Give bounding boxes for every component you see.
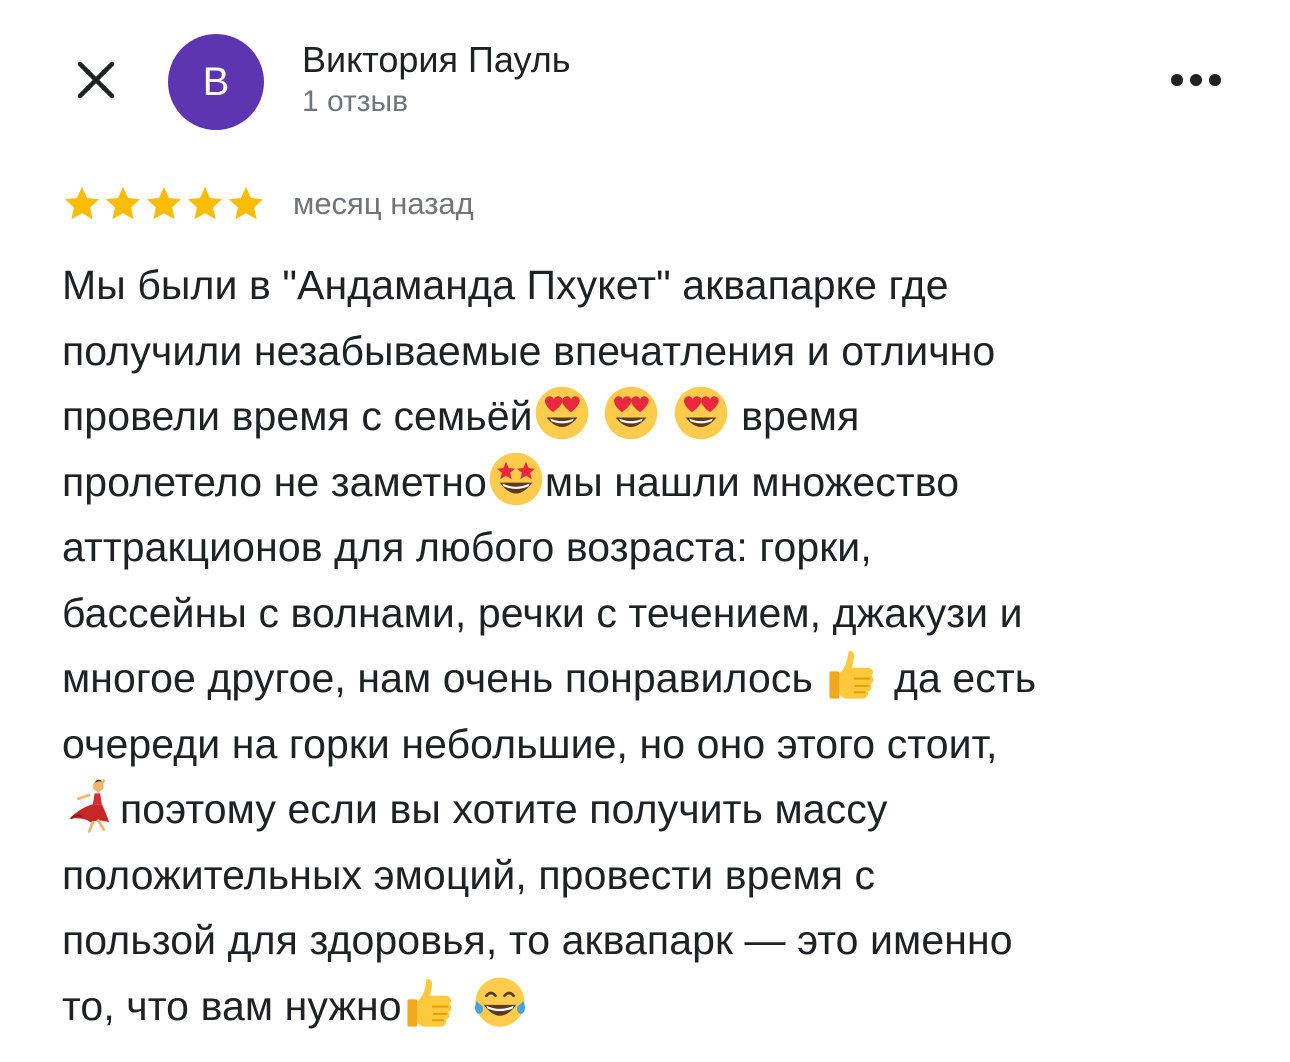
review-text-segment: да есть — [882, 655, 1037, 701]
review-text-segment: провели время с семьёй — [62, 393, 533, 439]
star-icon — [64, 187, 100, 220]
review-text-segment: многое другое, нам очень понравилось — [62, 655, 825, 701]
tears-of-joy-icon — [471, 974, 529, 1032]
star-rating — [62, 184, 267, 224]
review-text-segment: аттракционов для любого возраста: горки, — [62, 524, 872, 570]
review-text-segment: бассейны с волнами, речки с течением, дж… — [62, 589, 1023, 636]
review-text-segment: очереди на горки небольшие, но оно этого… — [62, 720, 998, 767]
star-icon — [187, 187, 223, 220]
heart-eyes-icon — [672, 384, 730, 442]
author-review-count: 1 отзыв — [302, 85, 409, 118]
review-line: многое другое, нам очень понравилось да … — [62, 646, 1242, 712]
review-text-segment: пользой для здоровья, то аквапарк — это … — [62, 917, 1013, 963]
review-text-segment — [660, 393, 672, 439]
review-line: провели время с семьёй время — [62, 384, 1242, 450]
author-name[interactable]: Виктория Пауль — [302, 38, 570, 82]
avatar[interactable]: В — [168, 34, 264, 130]
review-header: В Виктория Пауль 1 отзыв — [0, 0, 1290, 150]
review-text-segment: поэтому если вы хотите получить массу — [120, 786, 888, 832]
more-options-button[interactable] — [1160, 56, 1232, 104]
review-text-segment: то, что вам нужно — [62, 982, 402, 1029]
close-icon — [77, 61, 115, 99]
review-text-segment: получили незабываемые впечатления и отли… — [62, 327, 996, 374]
review-line: поэтому если вы хотите получить массу — [62, 777, 1242, 843]
review-text: Мы были в "Андаманда Пхукет" аквапарке г… — [62, 253, 1242, 1039]
review-line: бассейны с волнами, речки с течением, дж… — [62, 581, 1242, 647]
review-screen: В Виктория Пауль 1 отзыв месяц назад Мы … — [0, 0, 1290, 1062]
author-info[interactable]: Виктория Пауль 1 отзыв — [302, 38, 570, 122]
thumbs-up-icon — [402, 974, 460, 1032]
review-text-segment: положительных эмоций, провести время с — [62, 851, 876, 898]
star-icon — [228, 187, 264, 220]
review-text-segment: время — [729, 393, 860, 439]
review-text-segment: мы нашли множество — [544, 458, 960, 505]
review-text-segment — [460, 983, 472, 1029]
avatar-letter: В — [202, 59, 230, 104]
close-button[interactable] — [64, 48, 128, 112]
heart-eyes-icon — [602, 384, 660, 442]
review-line: очереди на горки небольшие, но оно этого… — [62, 712, 1242, 778]
review-line: получили незабываемые впечатления и отли… — [62, 319, 1242, 385]
review-line: Мы были в "Андаманда Пхукет" аквапарке г… — [62, 253, 1242, 319]
review-date: месяц назад — [293, 186, 474, 221]
star-struck-icon — [487, 450, 545, 508]
rating-row: месяц назад — [62, 184, 474, 224]
review-line: то, что вам нужно — [62, 974, 1242, 1040]
review-text-segment: пролетело не заметно — [62, 458, 487, 505]
thumbs-up-icon — [824, 646, 882, 704]
review-line: аттракционов для любого возраста: горки, — [62, 515, 1242, 581]
more-horizontal-icon — [1171, 74, 1221, 86]
heart-eyes-icon — [533, 384, 591, 442]
dancer-icon — [62, 777, 120, 835]
review-text-segment: Мы были в "Андаманда Пхукет" аквапарке г… — [62, 262, 949, 308]
review-line: пользой для здоровья, то аквапарк — это … — [62, 908, 1242, 974]
review-line: пролетело не заметно мы нашли множество — [62, 450, 1242, 516]
star-icon — [146, 187, 182, 220]
star-icon — [105, 187, 141, 220]
review-text-segment — [591, 393, 603, 439]
review-line: положительных эмоций, провести время с — [62, 843, 1242, 909]
